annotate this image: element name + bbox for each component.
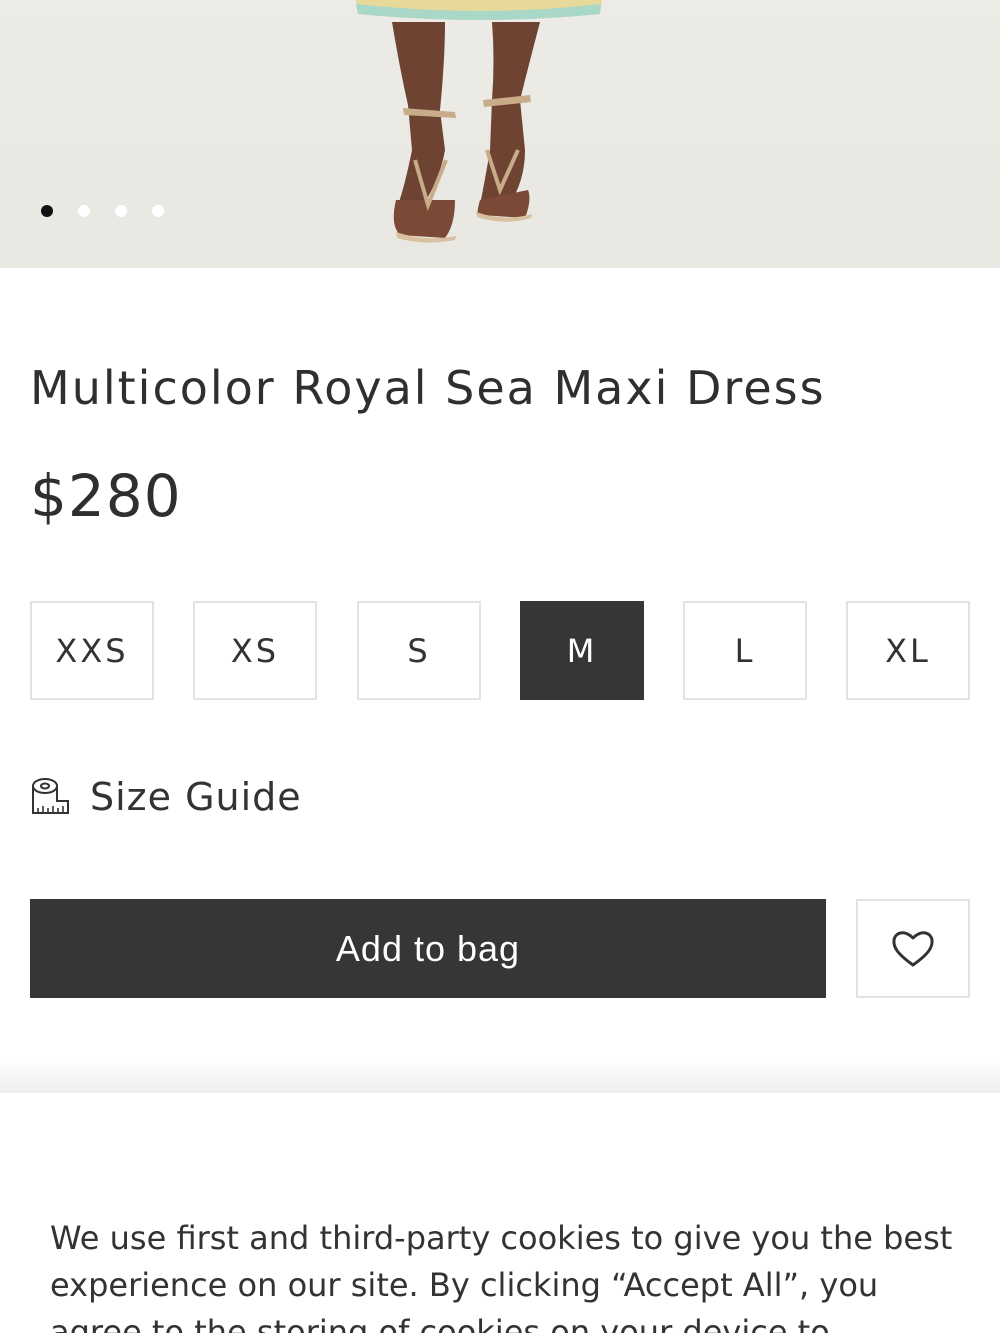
size-selector: XXS XS S M L XL [30, 601, 970, 700]
size-option-xl[interactable]: XL [846, 601, 970, 700]
carousel-dot[interactable] [41, 205, 53, 217]
cookie-banner-shadow [0, 1060, 1000, 1094]
size-option-xs[interactable]: XS [193, 601, 317, 700]
heart-icon [892, 930, 934, 966]
cookie-banner-text: We use first and third-party cookies to … [50, 1219, 953, 1333]
carousel-dot[interactable] [115, 205, 127, 217]
size-option-m[interactable]: M [520, 601, 644, 700]
size-guide-link[interactable]: Size Guide [30, 772, 302, 822]
size-option-xxs[interactable]: XXS [30, 601, 154, 700]
carousel-dot[interactable] [78, 205, 90, 217]
product-title: Multicolor Royal Sea Maxi Dress [30, 360, 826, 415]
carousel-dot[interactable] [152, 205, 164, 217]
product-image[interactable] [0, 0, 1000, 268]
product-page: Multicolor Royal Sea Maxi Dress $280 XXS… [0, 0, 1000, 1333]
product-price: $280 [30, 462, 182, 530]
cookie-banner: We use first and third-party cookies to … [0, 1093, 1000, 1333]
size-option-l[interactable]: L [683, 601, 807, 700]
model-legs-image [356, 0, 602, 243]
measuring-tape-icon [32, 778, 69, 814]
wishlist-button[interactable] [856, 899, 970, 998]
size-option-s[interactable]: S [357, 601, 481, 700]
add-to-bag-button[interactable]: Add to bag [30, 899, 826, 998]
carousel-dots [41, 205, 164, 217]
size-guide-label: Size Guide [90, 775, 302, 819]
